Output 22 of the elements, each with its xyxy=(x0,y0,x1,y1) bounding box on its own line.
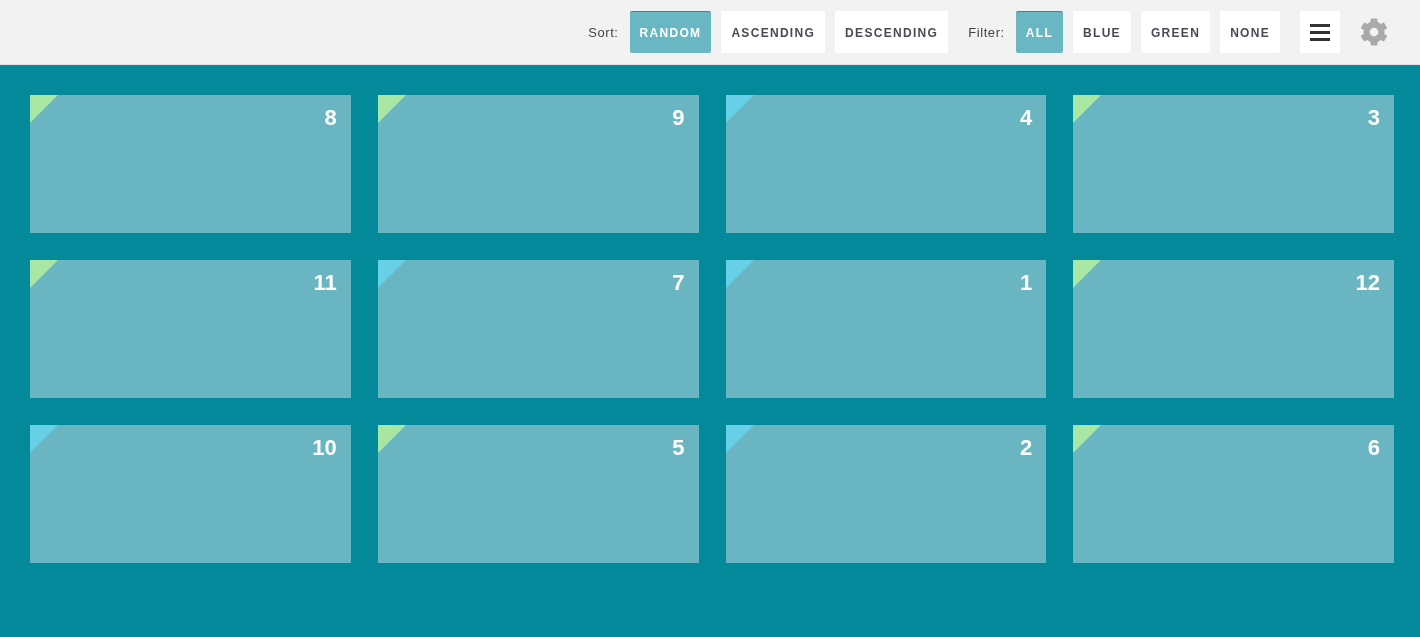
menu-icon xyxy=(1310,23,1330,41)
card-number: 9 xyxy=(672,105,685,131)
card-number: 10 xyxy=(312,435,337,461)
sort-option-button[interactable]: DESCENDING xyxy=(835,11,949,53)
settings-icon xyxy=(1360,18,1388,46)
card-number: 12 xyxy=(1355,270,1380,296)
card-number: 11 xyxy=(313,270,337,296)
card-number: 7 xyxy=(672,270,685,296)
card-number: 4 xyxy=(1020,105,1033,131)
card-number: 8 xyxy=(324,105,337,131)
filter-option-button[interactable]: NONE xyxy=(1220,11,1280,53)
filter-label: Filter: xyxy=(968,24,1005,40)
card-number: 3 xyxy=(1367,105,1380,131)
sort-option-button[interactable]: ASCENDING xyxy=(721,11,826,53)
card-number: 1 xyxy=(1020,270,1033,296)
filter-option-button[interactable]: BLUE xyxy=(1073,11,1131,53)
card-number: 5 xyxy=(672,435,685,461)
sort-label: Sort: xyxy=(588,24,619,40)
card-number: 2 xyxy=(1020,435,1033,461)
menu-button[interactable] xyxy=(1300,11,1340,53)
filter-option-button[interactable]: GREEN xyxy=(1140,11,1211,53)
card-number: 6 xyxy=(1367,435,1380,461)
